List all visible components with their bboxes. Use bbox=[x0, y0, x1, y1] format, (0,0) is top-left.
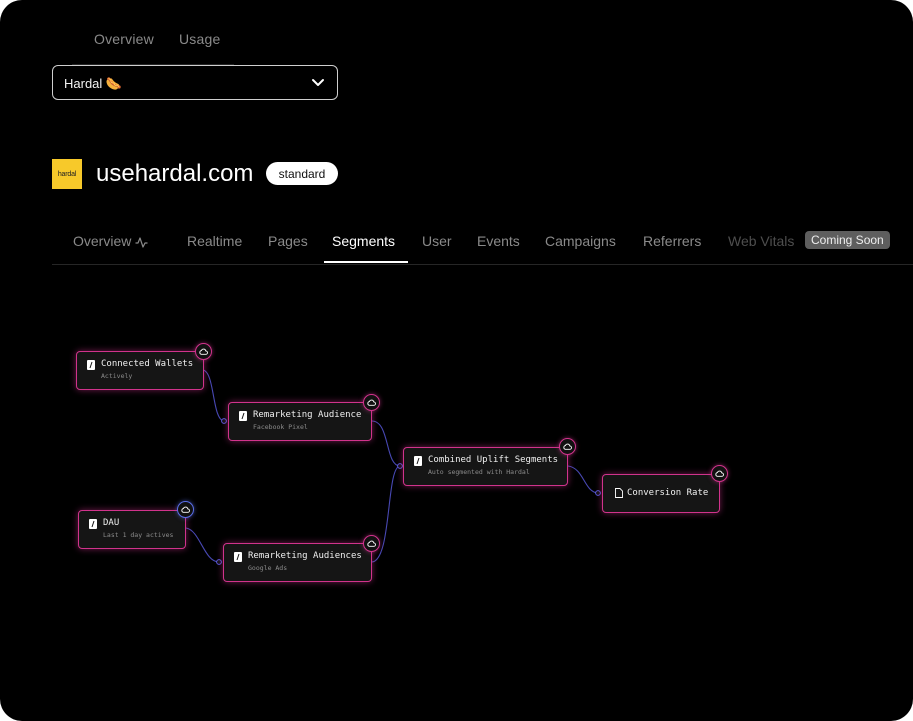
node-title: Conversion Rate bbox=[627, 488, 709, 498]
file-code-icon bbox=[89, 519, 97, 529]
node-title: Combined Uplift Segments bbox=[428, 455, 559, 465]
node-remarketing-audiences[interactable]: Remarketing Audiences Google Ads bbox=[223, 543, 372, 582]
file-code-icon bbox=[234, 552, 242, 562]
node-remarketing-audience[interactable]: Remarketing Audience Facebook Pixel bbox=[228, 402, 372, 441]
node-dau[interactable]: DAU Last 1 day actives bbox=[78, 510, 186, 549]
edge-handle bbox=[595, 490, 601, 496]
node-title: Connected Wallets bbox=[101, 359, 194, 369]
edge-wallets-remarketing bbox=[202, 369, 225, 422]
edge-dau-audiences bbox=[185, 527, 220, 563]
file-code-icon bbox=[239, 411, 247, 421]
cloud-icon[interactable] bbox=[363, 394, 380, 411]
cloud-icon[interactable] bbox=[195, 343, 212, 360]
cloud-icon[interactable] bbox=[559, 438, 576, 455]
file-code-icon bbox=[414, 456, 422, 466]
cloud-icon[interactable] bbox=[711, 465, 728, 482]
node-subtitle: Google Ads bbox=[248, 564, 288, 572]
edge-remarketing-combined bbox=[371, 420, 401, 467]
file-code-icon bbox=[87, 360, 95, 370]
cloud-icon[interactable] bbox=[363, 535, 380, 552]
node-combined-uplift[interactable]: Combined Uplift Segments Auto segmented … bbox=[403, 447, 568, 486]
edge-handle bbox=[397, 463, 403, 469]
app-frame: Overview Usage Hardal 🌭 hardal usehardal… bbox=[0, 0, 913, 721]
node-subtitle: Actively bbox=[101, 372, 133, 380]
node-conversion-rate[interactable]: Conversion Rate bbox=[602, 474, 720, 513]
edge-handle bbox=[216, 559, 222, 565]
node-subtitle: Facebook Pixel bbox=[253, 423, 308, 431]
node-subtitle: Auto segmented with Hardal bbox=[428, 468, 530, 476]
cloud-icon[interactable] bbox=[177, 501, 194, 518]
file-icon bbox=[615, 488, 623, 498]
node-connected-wallets[interactable]: Connected Wallets Actively bbox=[76, 351, 204, 390]
node-title: DAU bbox=[103, 518, 120, 528]
node-title: Remarketing Audiences bbox=[248, 551, 362, 561]
edge-combined-conversion bbox=[567, 465, 599, 494]
node-subtitle: Last 1 day actives bbox=[103, 531, 174, 539]
node-title: Remarketing Audience bbox=[253, 410, 362, 420]
edge-handle bbox=[221, 418, 227, 424]
